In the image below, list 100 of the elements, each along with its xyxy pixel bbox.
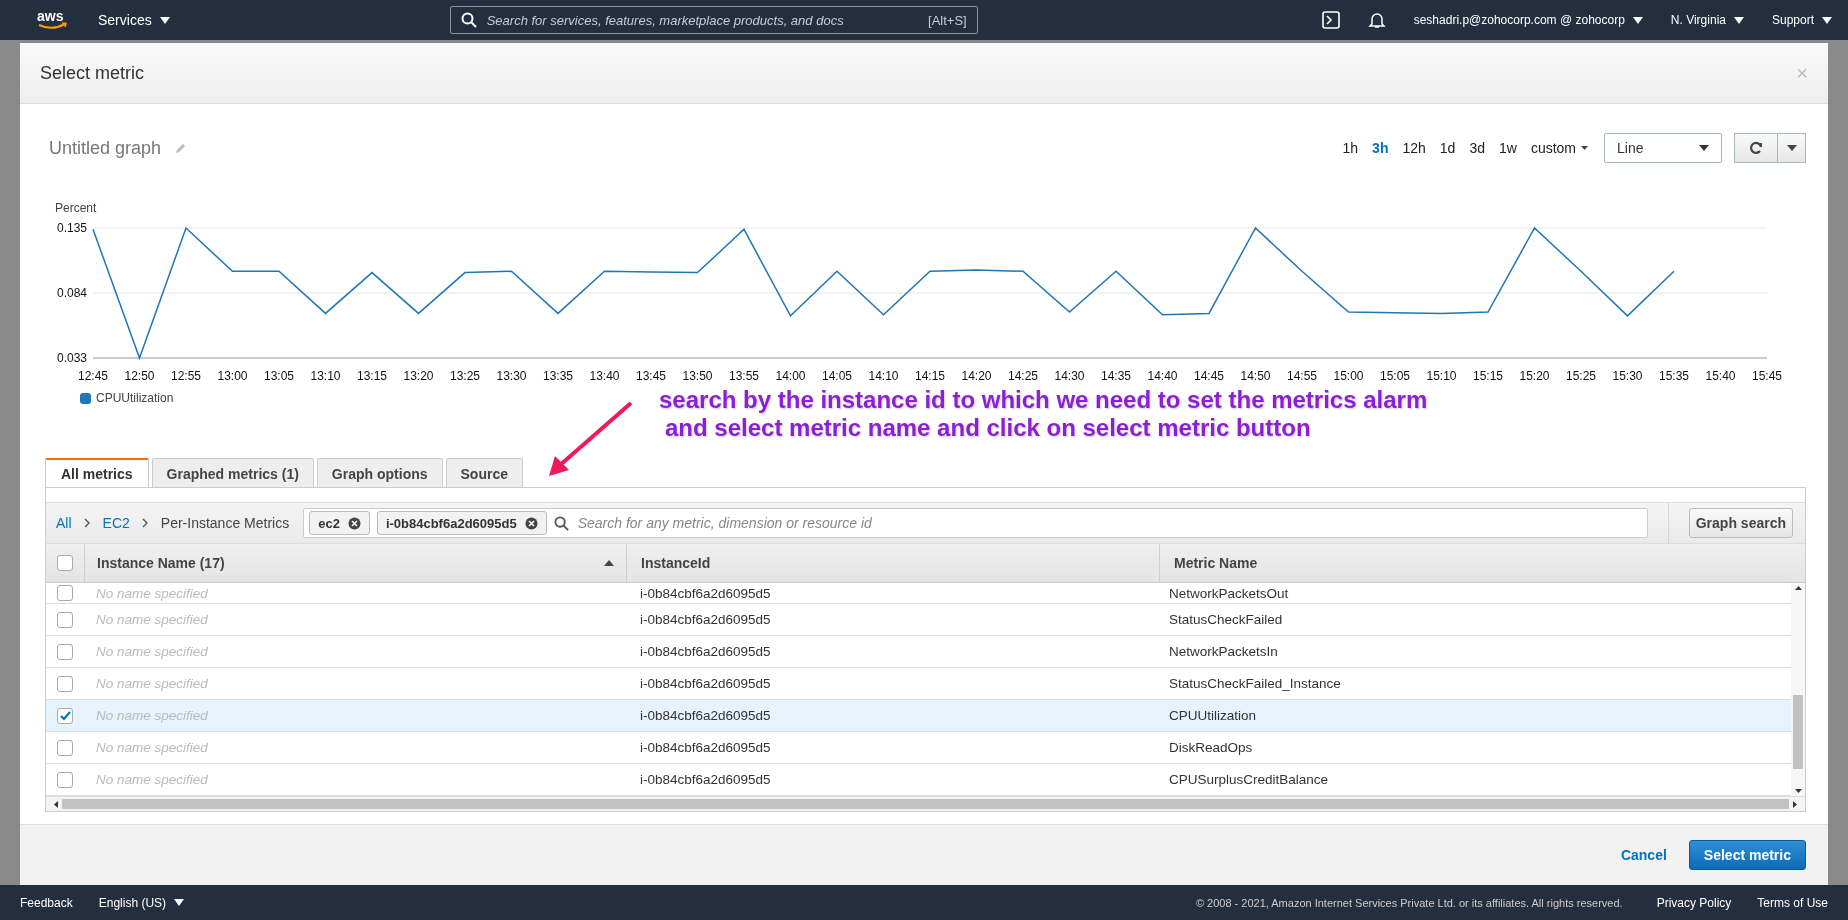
cancel-link[interactable]: Cancel xyxy=(1620,847,1667,863)
checkbox[interactable] xyxy=(57,771,73,788)
x-tick-label: 13:25 xyxy=(450,369,480,383)
tab[interactable]: Source xyxy=(445,458,523,488)
search-icon xyxy=(553,515,569,531)
time-range-option[interactable]: 1h xyxy=(1342,140,1359,156)
table-cell: i-0b84cbf6a2d6095d5 xyxy=(640,676,771,691)
table-cell: i-0b84cbf6a2d6095d5 xyxy=(640,708,771,723)
x-tick-label: 13:55 xyxy=(729,369,759,383)
checkbox[interactable] xyxy=(57,739,73,756)
caret-icon xyxy=(1632,16,1643,24)
table-cell: No name specified xyxy=(96,772,208,787)
annotation-text: search by the instance id to which we need to set the metrics alarm xyxy=(659,386,1428,414)
time-range-option[interactable]: 1w xyxy=(1498,140,1517,156)
x-tick-label: 13:00 xyxy=(217,369,248,383)
search-field[interactable]: ec2 i-0b84cbf6a2d6095d5 Search for any metric, dimension or resource id xyxy=(303,508,1648,538)
breadcrumb-link[interactable]: All xyxy=(56,515,72,531)
dropdown-button[interactable] xyxy=(1778,133,1806,163)
select-metric-button[interactable]: Select metric xyxy=(1688,840,1806,870)
x-tick-label: 15:20 xyxy=(1519,369,1550,383)
filter-chip[interactable]: i-0b84cbf6a2d6095d5 xyxy=(376,511,547,535)
tab[interactable]: All metrics xyxy=(45,458,149,488)
caret-icon xyxy=(159,16,170,24)
checkbox[interactable] xyxy=(57,643,73,660)
legend-label: CPUUtilization xyxy=(96,391,174,405)
y-tick-label: 0.084 xyxy=(56,286,87,300)
table-row[interactable]: No name specified i-0b84cbf6a2d6095d5 NetworkPacketsOut xyxy=(46,583,1791,604)
table-cell: i-0b84cbf6a2d6095d5 xyxy=(640,585,771,601)
time-range-option[interactable]: 1d xyxy=(1439,140,1456,156)
search-input[interactable]: Search for services, features, marketplace products, and docs xyxy=(486,12,918,28)
table-cell: No name specified xyxy=(96,644,208,659)
checkbox[interactable] xyxy=(57,585,73,601)
table-row[interactable]: No name specified i-0b84cbf6a2d6095d5 NetworkPacketsIn xyxy=(46,636,1791,668)
checkbox[interactable] xyxy=(57,707,73,724)
services-menu[interactable]: Services xyxy=(98,12,170,28)
table-row[interactable]: No name specified i-0b84cbf6a2d6095d5 CPUUtilization xyxy=(46,700,1791,732)
graph-title: Untitled graph xyxy=(49,137,162,159)
caret-icon xyxy=(1699,145,1709,151)
x-tick-label: 13:35 xyxy=(543,369,573,383)
caret-icon xyxy=(174,899,185,906)
time-range-option[interactable]: 3h xyxy=(1372,140,1389,156)
language-menu[interactable]: English (US) xyxy=(98,895,185,910)
checkbox[interactable] xyxy=(57,555,73,571)
x-tick-label: 14:30 xyxy=(1054,369,1085,383)
x-tick-label: 15:45 xyxy=(1752,369,1782,383)
search-icon xyxy=(460,12,477,28)
chevron-icon xyxy=(83,518,91,528)
time-range-option[interactable]: 3d xyxy=(1469,140,1485,156)
checkbox[interactable] xyxy=(57,675,73,692)
chart-type-dropdown[interactable]: Line xyxy=(1604,133,1722,163)
time-range-option[interactable]: custom xyxy=(1530,140,1588,156)
tab[interactable]: Graphed metrics (1) xyxy=(151,458,314,488)
region-menu[interactable]: N. Virginia xyxy=(1670,13,1744,27)
horizontal-scrollbar[interactable] xyxy=(46,796,1805,811)
table-cell: i-0b84cbf6a2d6095d5 xyxy=(640,772,771,787)
refresh-button[interactable] xyxy=(1734,133,1778,163)
x-tick-label: 14:55 xyxy=(1287,369,1317,383)
terminal-icon[interactable] xyxy=(1321,11,1340,29)
column-header[interactable]: InstanceId xyxy=(641,555,711,571)
table-cell: DiskReadOps xyxy=(1169,740,1253,755)
tab[interactable]: Graph options xyxy=(316,458,443,488)
sort-ascending-icon[interactable] xyxy=(604,560,614,566)
column-header[interactable]: Instance Name (17) xyxy=(97,555,225,571)
x-tick-label: 14:00 xyxy=(775,369,806,383)
column-header[interactable]: Metric Name xyxy=(1174,555,1258,571)
scroll-up-icon[interactable] xyxy=(1794,586,1802,590)
logo[interactable]: aws xyxy=(36,8,70,32)
x-tick-label: 13:20 xyxy=(403,369,434,383)
terms-of-use-link[interactable]: Terms of Use xyxy=(1757,895,1828,910)
scroll-left-icon[interactable] xyxy=(54,800,58,808)
scroll-down-icon[interactable] xyxy=(1794,789,1802,793)
support-menu[interactable]: Support xyxy=(1771,13,1832,27)
table-row[interactable]: No name specified i-0b84cbf6a2d6095d5 StatusCheckFailed xyxy=(46,604,1791,636)
table-cell: CPUSurplusCreditBalance xyxy=(1169,772,1329,787)
chevron-icon xyxy=(141,518,149,528)
x-tick-label: 15:05 xyxy=(1380,369,1410,383)
y-tick-label: 0.033 xyxy=(56,351,87,365)
privacy-policy-link[interactable]: Privacy Policy xyxy=(1656,895,1732,910)
vertical-scrollbar[interactable] xyxy=(1791,583,1805,796)
breadcrumb-link[interactable]: EC2 xyxy=(102,515,130,531)
graph-search-button[interactable]: Graph search xyxy=(1688,508,1793,538)
table-cell: No name specified xyxy=(96,708,208,723)
scroll-right-icon[interactable] xyxy=(1793,800,1797,808)
checkbox[interactable] xyxy=(57,611,73,628)
refresh-icon xyxy=(1748,140,1764,156)
caret-icon xyxy=(1822,16,1832,24)
x-tick-label: 15:35 xyxy=(1659,369,1689,383)
x-tick-label: 13:40 xyxy=(589,369,620,383)
x-tick-label: 13:45 xyxy=(636,369,666,383)
bell-icon[interactable] xyxy=(1367,11,1386,29)
time-range-option[interactable]: 12h xyxy=(1402,140,1426,156)
copyright-text: © 2008 - 2021, Amazon Internet Services Private Ltd. or its affiliates. All rights reserved. xyxy=(1195,896,1623,909)
x-tick-label: 13:10 xyxy=(310,369,341,383)
account-menu[interactable]: seshadri.p@zohocorp.com @ zohocorp xyxy=(1413,13,1643,27)
filter-chip[interactable]: ec2 xyxy=(309,511,370,535)
feedback-link[interactable]: Feedback xyxy=(20,895,73,910)
table-row[interactable]: No name specified i-0b84cbf6a2d6095d5 DiskReadOps xyxy=(46,732,1791,764)
search-field[interactable]: Search for services, features, marketplace products, and docs [Alt+S] xyxy=(449,6,978,34)
table-cell: StatusCheckFailed xyxy=(1169,612,1283,627)
x-tick-label: 15:15 xyxy=(1473,369,1503,383)
